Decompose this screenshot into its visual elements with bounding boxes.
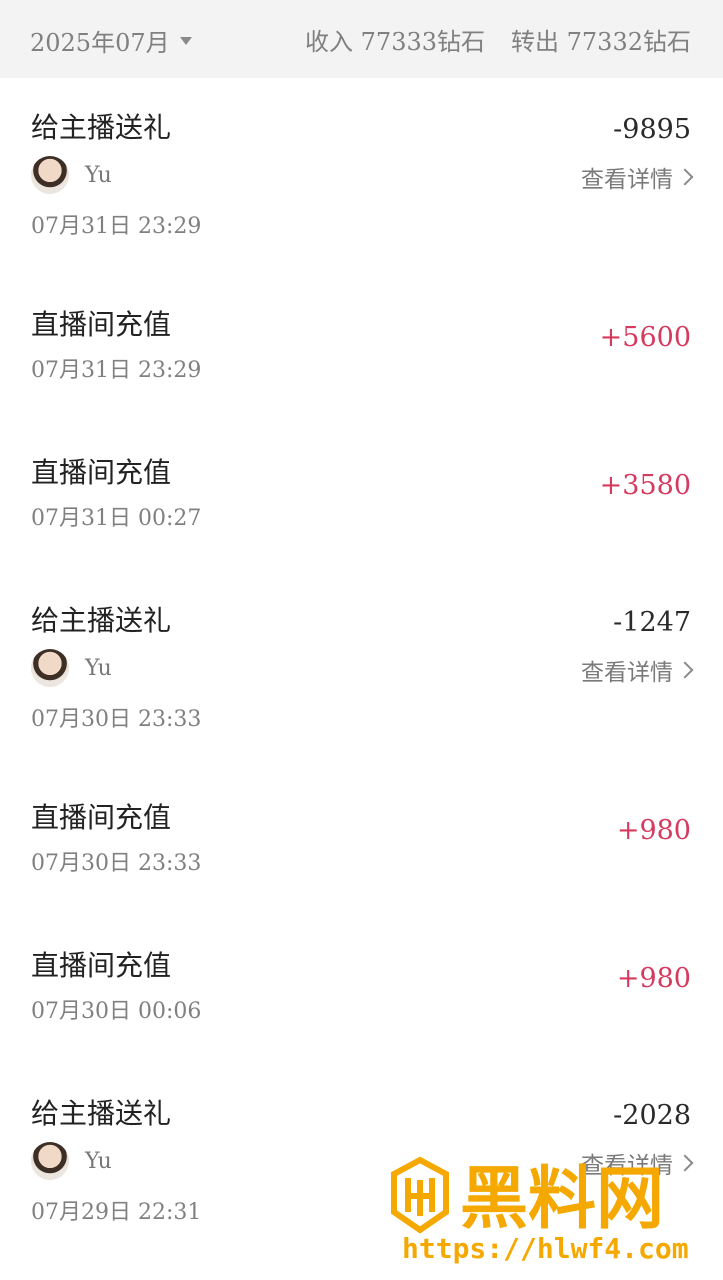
income-total: 收入 77333钻石 [305, 28, 486, 56]
list-item: 给主播送礼 -1247 Yu 查看详情 07月30日 23:33 [0, 571, 723, 768]
transaction-amount: +5600 [599, 322, 691, 353]
transaction-time: 07月30日 23:33 [31, 707, 202, 732]
month-selector[interactable]: 2025年07月 [30, 24, 192, 57]
transaction-title: 给主播送礼 [31, 604, 172, 637]
transaction-title: 直播间充值 [31, 949, 172, 982]
recipient[interactable]: Yu [31, 156, 112, 194]
shield-logo-icon [391, 1156, 449, 1234]
recipient[interactable]: Yu [31, 1142, 112, 1180]
watermark-brand: 黑料网 [460, 1160, 664, 1239]
view-details-label: 查看详情 [581, 167, 673, 193]
transaction-time: 07月30日 00:06 [31, 999, 202, 1024]
chevron-right-icon [676, 168, 694, 186]
recipient-name: Yu [85, 1148, 112, 1174]
transaction-time: 07月30日 23:33 [31, 851, 202, 876]
filter-header: 2025年07月 收入 77333钻石 转出 77332钻石 [0, 0, 723, 78]
summary: 收入 77333钻石 转出 77332钻石 [305, 22, 691, 57]
view-details-link[interactable]: 查看详情 [581, 653, 694, 687]
transaction-amount: -1247 [613, 607, 691, 638]
recipient-name: Yu [85, 655, 112, 681]
caret-down-icon [179, 37, 192, 45]
chevron-right-icon [676, 661, 694, 679]
view-details-link[interactable]: 查看详情 [581, 160, 694, 194]
transaction-title: 给主播送礼 [31, 1097, 172, 1130]
recipient-name: Yu [85, 162, 112, 188]
transaction-title: 直播间充值 [31, 456, 172, 489]
list-item: 直播间充值 +980 07月30日 23:33 [0, 768, 723, 916]
transaction-time: 07月31日 23:29 [31, 358, 202, 383]
transaction-amount: -9895 [613, 114, 691, 145]
transaction-time: 07月29日 22:31 [31, 1200, 202, 1225]
transaction-amount: +980 [616, 963, 691, 994]
transaction-time: 07月31日 23:29 [31, 214, 202, 239]
transaction-title: 直播间充值 [31, 308, 172, 341]
transaction-amount: +980 [616, 815, 691, 846]
avatar [31, 156, 69, 194]
recipient[interactable]: Yu [31, 649, 112, 687]
transaction-amount: +3580 [599, 470, 691, 501]
list-item: 直播间充值 +980 07月30日 00:06 [0, 916, 723, 1064]
transaction-amount: -2028 [613, 1100, 691, 1131]
watermark-logo: 黑料网 https://hlwf4.com [391, 1156, 689, 1265]
transaction-time: 07月31日 00:27 [31, 506, 202, 531]
avatar [31, 1142, 69, 1180]
avatar [31, 649, 69, 687]
transaction-list: 给主播送礼 -9895 Yu 查看详情 07月31日 23:29 直播间充值 +… [0, 78, 723, 1261]
transaction-title: 给主播送礼 [31, 111, 172, 144]
list-item: 直播间充值 +3580 07月31日 00:27 [0, 423, 723, 571]
month-label: 2025年07月 [30, 28, 170, 57]
list-item: 给主播送礼 -9895 Yu 查看详情 07月31日 23:29 [0, 78, 723, 275]
transaction-title: 直播间充值 [31, 801, 172, 834]
list-item: 直播间充值 +5600 07月31日 23:29 [0, 275, 723, 423]
view-details-label: 查看详情 [581, 660, 673, 686]
watermark-url: https://hlwf4.com [402, 1232, 689, 1265]
outgo-total: 转出 77332钻石 [511, 28, 691, 56]
